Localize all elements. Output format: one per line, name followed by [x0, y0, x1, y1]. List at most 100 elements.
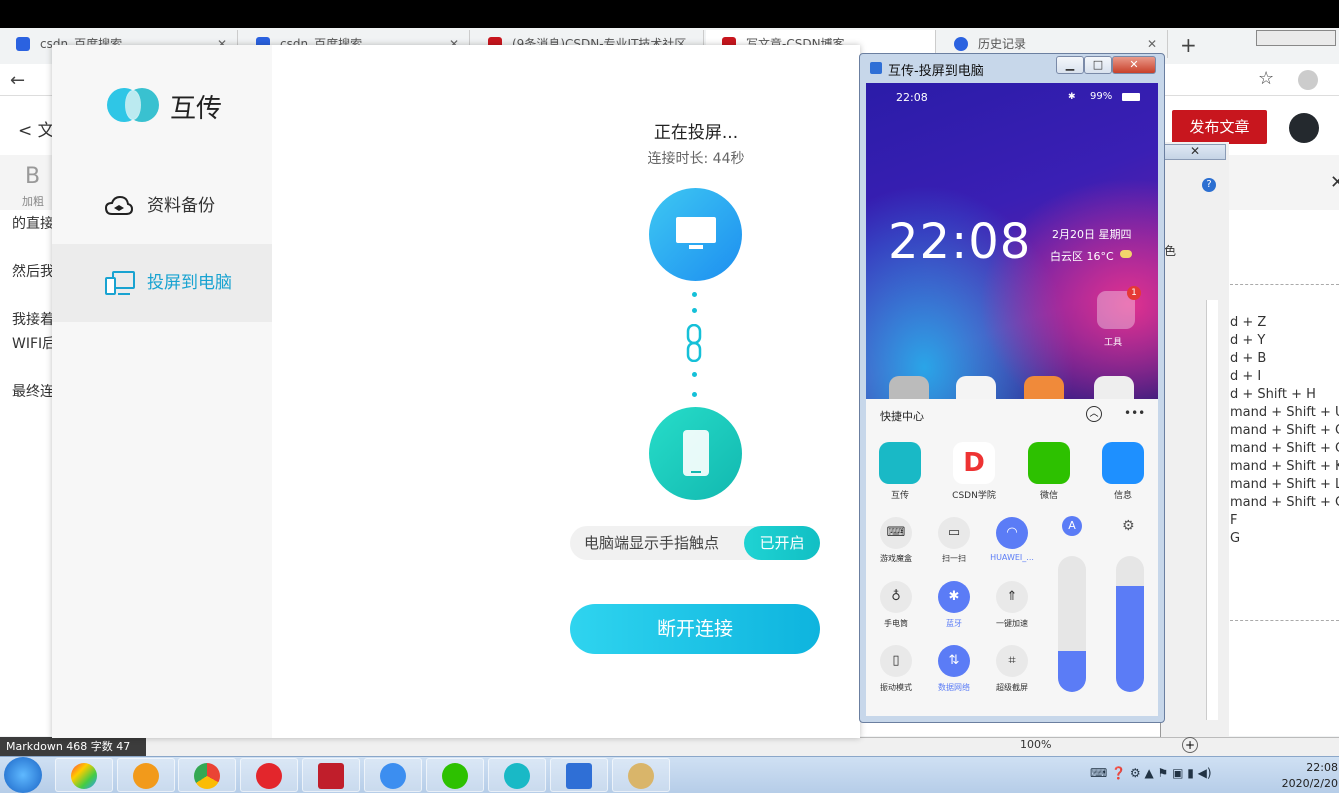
messages-app-icon[interactable]: [1102, 442, 1144, 484]
nav-item-backup[interactable]: 资料备份: [52, 180, 272, 232]
divider: [1230, 284, 1339, 285]
wifi-icon[interactable]: ◠: [996, 517, 1028, 549]
close-button[interactable]: ✕: [1112, 56, 1156, 74]
taskbar-app[interactable]: [426, 758, 484, 792]
bold-icon[interactable]: B: [25, 164, 40, 189]
more-icon[interactable]: •••: [1124, 406, 1145, 420]
taskbar-app[interactable]: [302, 758, 360, 792]
dialog-close-icon[interactable]: ✕: [1190, 144, 1200, 158]
auto-brightness-icon[interactable]: A: [1062, 516, 1082, 536]
taskbar-app[interactable]: [550, 758, 608, 792]
toggle-label: 一键加速: [996, 619, 1028, 628]
shortcut-item: mand + Shift + U: [1230, 405, 1339, 420]
tray-icons[interactable]: ⌨ ❓ ⚙ ▲ ⚑ ▣ ▮ ◀): [1090, 766, 1212, 780]
battery-level: 99%: [1090, 91, 1113, 102]
monitor-icon: [676, 217, 716, 249]
taskbar-app[interactable]: [240, 758, 298, 792]
divider: [1230, 620, 1339, 621]
csdn-app-icon[interactable]: D: [953, 442, 995, 484]
markdown-status: Markdown 468 字数 47: [0, 737, 146, 756]
connection-dot: [692, 392, 697, 397]
bluetooth-status-icon: ✱: [1068, 92, 1076, 102]
wechat-app-icon[interactable]: [1028, 442, 1070, 484]
baidu-icon: [16, 37, 30, 51]
taskbar-app[interactable]: [117, 758, 175, 792]
back-button[interactable]: ←: [10, 70, 25, 91]
store-app-icon[interactable]: [956, 376, 996, 400]
connection-dot: [692, 308, 697, 313]
publish-article-button[interactable]: 发布文章: [1172, 110, 1267, 144]
app-label: 互传: [890, 491, 909, 501]
settings-gear-icon[interactable]: ⚙: [1122, 518, 1135, 534]
start-button[interactable]: [4, 757, 42, 793]
cloud-icon: [104, 195, 134, 215]
csdn-back-link[interactable]: < 文: [18, 116, 55, 141]
phone-icon: [683, 430, 709, 476]
taskbar-app[interactable]: [178, 758, 236, 792]
app-label: 信息: [1113, 491, 1132, 501]
shortcut-item: G: [1230, 531, 1241, 546]
shortcut-item: mand + Shift + G: [1230, 495, 1339, 510]
chrome-icon: [194, 763, 220, 789]
clock-date: 2020/2/20: [1281, 777, 1338, 790]
new-tab-button[interactable]: +: [1180, 33, 1197, 57]
profile-avatar[interactable]: [1298, 70, 1318, 90]
scan-icon[interactable]: ▭: [938, 517, 970, 549]
connection-duration: 连接时长: 44秒: [647, 151, 745, 167]
bold-label: 加粗: [22, 195, 44, 208]
maximize-button[interactable]: □: [1084, 56, 1112, 74]
flashlight-icon[interactable]: ♁: [880, 581, 912, 613]
brightness-slider[interactable]: [1058, 556, 1086, 692]
nav-item-cast[interactable]: 投屏到电脑: [52, 244, 272, 322]
wechat-icon: [442, 763, 468, 789]
help-icon[interactable]: ?: [1202, 178, 1216, 192]
gallery-app-icon[interactable]: [1024, 376, 1064, 400]
toggle-label: 蓝牙: [946, 619, 962, 628]
toggle-label: HUAWEI_...: [990, 553, 1034, 562]
huchuan-app-icon[interactable]: [879, 442, 921, 484]
editor-line: 我接着: [12, 312, 54, 328]
volume-fill: [1116, 585, 1144, 692]
lock-weather: 白云区 16°C: [1050, 250, 1114, 263]
bookmark-star-icon[interactable]: ☆: [1258, 68, 1274, 89]
rocket-icon[interactable]: ⇑: [996, 581, 1028, 613]
taskbar-app[interactable]: [364, 758, 422, 792]
editor-status-bar: [0, 737, 1339, 756]
shortcut-item: mand + Shift + C: [1230, 441, 1339, 456]
volume-slider[interactable]: [1116, 556, 1144, 692]
shortcut-item: d + B: [1230, 351, 1267, 366]
taskbar-app[interactable]: [55, 758, 113, 792]
window-controls[interactable]: [1256, 30, 1336, 46]
data-icon[interactable]: ⇅: [938, 645, 970, 677]
connection-dot: [692, 372, 697, 377]
collapse-icon[interactable]: ︿: [1086, 406, 1102, 422]
editor-line: 然后我: [12, 264, 54, 280]
vibrate-icon[interactable]: ▯: [880, 645, 912, 677]
disconnect-button[interactable]: 断开连接: [570, 604, 820, 654]
bluetooth-icon[interactable]: ✱: [938, 581, 970, 613]
gamepad-icon[interactable]: ⌨: [880, 517, 912, 549]
link-chain-icon: [686, 324, 702, 362]
crop-icon[interactable]: ⌗: [996, 645, 1028, 677]
close-icon[interactable]: ✕: [1330, 172, 1339, 193]
minimize-button[interactable]: ▁: [1056, 56, 1084, 74]
netease-music-icon: [256, 763, 282, 789]
desktop-top-edge: [0, 0, 1339, 28]
taskbar-app[interactable]: [488, 758, 546, 792]
calendar-app-icon[interactable]: [1094, 376, 1134, 400]
settings-app-icon[interactable]: [889, 376, 929, 400]
taskbar-clock[interactable]: 22:08 2020/2/20: [1276, 760, 1338, 792]
zoom-in-button[interactable]: +: [1182, 737, 1198, 753]
tab-label: 历史记录: [978, 37, 1027, 51]
touch-points-toggle[interactable]: 已开启: [744, 526, 820, 560]
toggle-label: 手电筒: [884, 619, 908, 628]
shortcut-help-pane: d + Z d + Y d + B d + I d + Shift + H ma…: [1230, 210, 1339, 736]
shortcut-item: mand + Shift + O: [1230, 423, 1339, 438]
dialog-scrollbar[interactable]: [1206, 300, 1218, 720]
cast-taskbar-icon: [566, 763, 592, 789]
taskbar-app[interactable]: [612, 758, 670, 792]
nav-label: 资料备份: [147, 196, 215, 216]
paint-icon: [628, 763, 654, 789]
shortcut-item: F: [1230, 513, 1238, 528]
github-icon[interactable]: [1289, 113, 1319, 143]
